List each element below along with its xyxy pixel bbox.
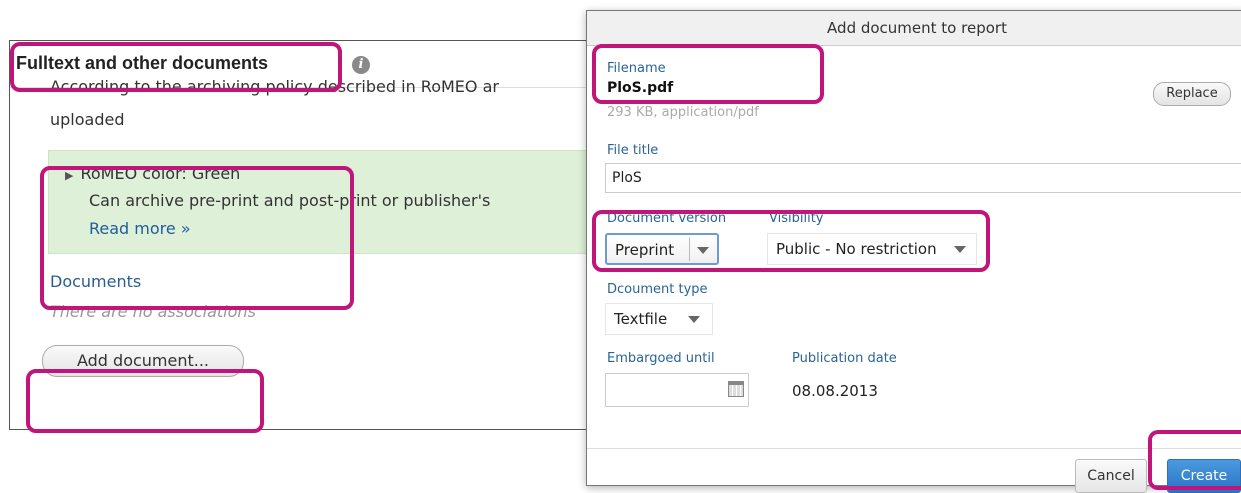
chevron-down-icon — [688, 316, 700, 323]
cancel-button[interactable]: Cancel — [1075, 459, 1147, 493]
document-type-value: Textfile — [614, 310, 668, 328]
visibility-select[interactable]: Public - No restriction — [767, 233, 977, 265]
visibility-value: Public - No restriction — [776, 240, 937, 258]
publication-date-value: 08.08.2013 — [792, 382, 878, 400]
read-more-link[interactable]: Read more » — [89, 219, 191, 238]
filename-label: Filename — [607, 61, 666, 76]
calendar-icon[interactable] — [728, 381, 744, 397]
policy-text: According to the archiving policy descri… — [50, 70, 590, 136]
romeo-toggle[interactable]: ▶ RoMEO color: Green — [65, 164, 240, 183]
replace-button[interactable]: Replace — [1153, 82, 1231, 106]
romeo-info-box: ▶ RoMEO color: Green Can archive pre-prin… — [48, 150, 608, 254]
policy-text-line2: uploaded — [50, 110, 125, 129]
embargoed-until-label: Embargoed until — [607, 351, 715, 366]
no-associations-text: There are no associations — [50, 302, 256, 321]
document-version-select[interactable]: Preprint — [605, 233, 719, 265]
chevron-down-icon — [697, 247, 709, 254]
document-version-label: Document version — [607, 211, 727, 226]
filename-value: PloS.pdf — [607, 80, 674, 96]
file-meta: 293 KB, application/pdf — [607, 105, 759, 120]
file-title-input[interactable]: PloS — [605, 163, 1241, 193]
document-type-select[interactable]: Textfile — [605, 303, 713, 335]
add-document-dialog: Add document to report Filename PloS.pdf… — [586, 10, 1241, 493]
select-divider — [689, 237, 690, 261]
create-button[interactable]: Create — [1167, 459, 1241, 493]
document-version-value: Preprint — [615, 241, 675, 259]
romeo-color-label: RoMEO color: Green — [80, 164, 241, 183]
policy-text-line1: According to the archiving policy descri… — [50, 77, 499, 96]
chevron-down-icon — [954, 246, 966, 253]
document-type-label: Dcoument type — [607, 282, 708, 297]
dialog-header: Add document to report — [587, 11, 1241, 46]
dialog-footer — [587, 448, 1241, 449]
file-title-label: File title — [607, 143, 659, 158]
documents-label: Documents — [50, 272, 142, 291]
romeo-archive-text: Can archive pre-print and post-print or … — [89, 191, 491, 210]
visibility-label: Visibility — [769, 211, 824, 226]
add-document-button[interactable]: Add document... — [42, 345, 244, 377]
publication-date-label: Publication date — [792, 351, 897, 366]
embargoed-until-input[interactable] — [605, 373, 749, 407]
dialog-title: Add document to report — [827, 19, 1007, 37]
expand-triangle-icon: ▶ — [65, 169, 74, 182]
